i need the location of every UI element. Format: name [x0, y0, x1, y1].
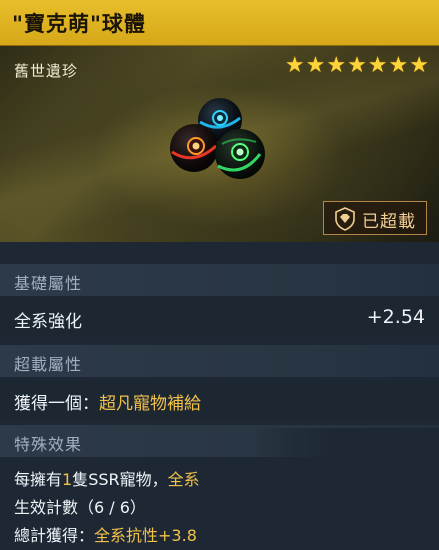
base-attributes-header: 基礎屬性 — [0, 264, 439, 296]
star-icon: ★ — [409, 53, 429, 78]
red-orb — [170, 124, 218, 172]
overload-status-badge: 已超載 — [323, 201, 427, 235]
effect-line-1-text: 每擁有 — [14, 470, 63, 489]
star-icon: ★ — [284, 53, 305, 78]
poke-orbs-image — [170, 98, 265, 179]
rarity-label: 舊世遺珍 — [14, 62, 79, 80]
overload-attributes-header: 超載屬性 — [0, 345, 439, 377]
effect-count-highlight: 1 — [62, 470, 73, 489]
effect-line-1-suffix: 隻SSR寵物， — [72, 470, 168, 489]
effect-line-1: 每擁有1隻SSR寵物，全系 — [14, 466, 200, 490]
effect-progress-text: 生效計數（6 / 6） — [14, 498, 146, 517]
star-icon: ★ — [367, 53, 388, 78]
effect-line-2: 生效計數（6 / 6） — [14, 494, 146, 518]
stat-value: +2.54 — [366, 306, 425, 328]
title-bar: "寶克萌"球體 — [0, 0, 439, 46]
overload-gain-text: 獲得一個：超凡寵物補給 — [14, 389, 201, 414]
overload-gain-row: 獲得一個：超凡寵物補給 — [0, 380, 439, 420]
stat-label: 全系強化 — [14, 312, 82, 332]
overload-label: 已超載 — [362, 212, 416, 232]
text-fade-overlay — [250, 428, 439, 550]
special-effects-title: 特殊效果 — [14, 435, 83, 454]
diamond-shield-icon — [335, 207, 355, 231]
star-rating: ★ ★ ★ ★ ★ ★ ★ — [285, 54, 429, 78]
gain-value: 超凡寵物補給 — [99, 394, 201, 414]
star-icon: ★ — [326, 53, 347, 78]
effect-total-prefix: 總計獲得： — [14, 526, 95, 545]
star-icon: ★ — [388, 53, 409, 78]
star-icon: ★ — [305, 53, 326, 78]
item-name: "寶克萌"球體 — [12, 12, 146, 36]
star-icon: ★ — [347, 53, 367, 78]
item-showcase: 舊世遺珍 ★ ★ ★ ★ ★ ★ ★ 已超載 — [0, 46, 439, 242]
effect-line-3: 總計獲得：全系抗性+3.8 — [14, 522, 197, 546]
effect-line-1-gold: 全系 — [167, 470, 200, 489]
base-attributes-title: 基礎屬性 — [14, 274, 83, 293]
gain-prefix: 獲得一個： — [14, 394, 99, 414]
effect-total-value: 全系抗性+3.8 — [94, 526, 197, 545]
overload-attributes-title: 超載屬性 — [14, 355, 83, 374]
green-orb — [215, 129, 265, 179]
stat-row-all-enhance: 全系強化 +2.54 — [0, 298, 439, 338]
